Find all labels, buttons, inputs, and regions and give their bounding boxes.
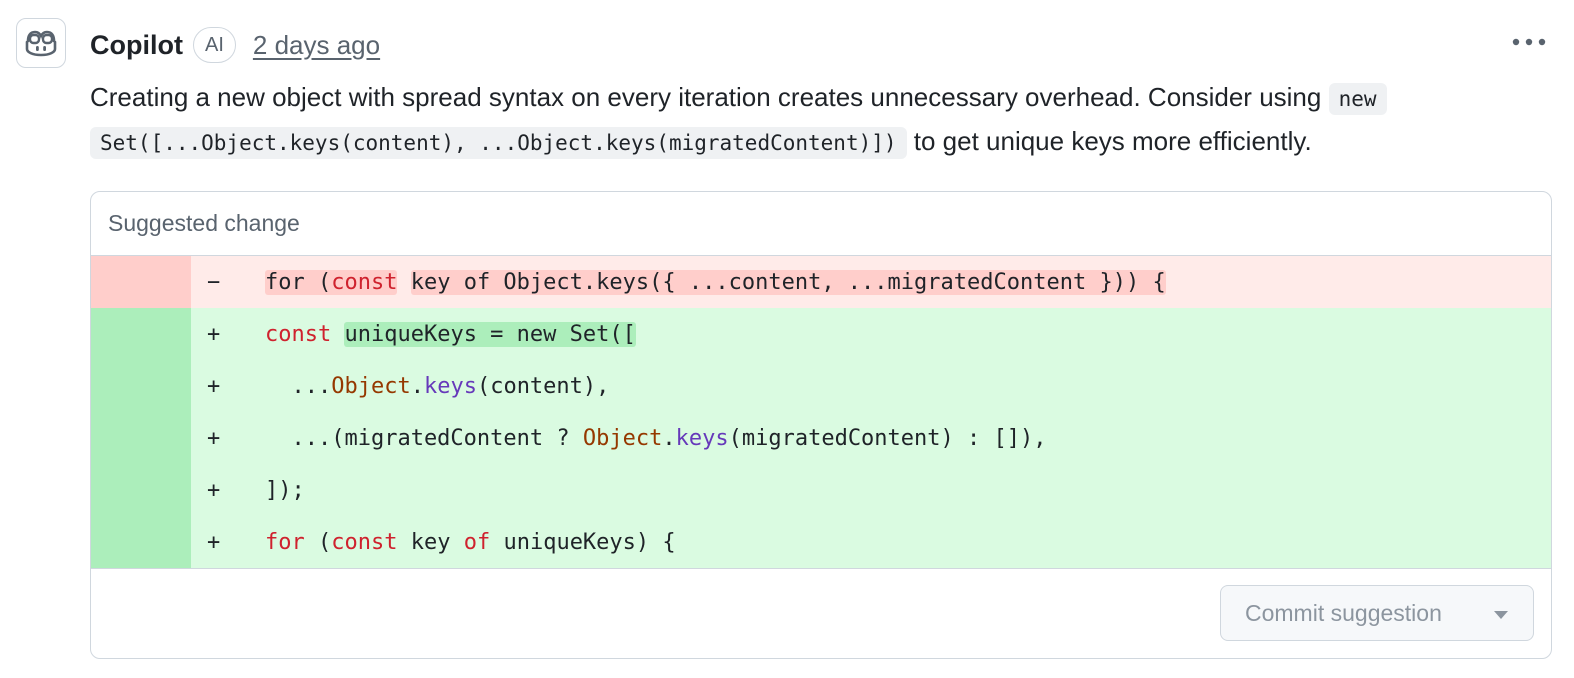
- author-name[interactable]: Copilot: [90, 30, 183, 61]
- ai-badge: AI: [192, 27, 236, 63]
- diff-deleted-line: − for (const key of Object.keys({ ...con…: [91, 256, 1551, 308]
- diff-code: ...(migratedContent ? Object. keys (migrat…: [265, 425, 1047, 451]
- commit-suggestion-label: Commit suggestion: [1245, 599, 1442, 626]
- diff-added-line: + ]);: [91, 464, 1551, 516]
- diff-code: const uniqueKeys = new Set([: [265, 321, 636, 347]
- copilot-icon: [25, 30, 57, 57]
- diff-gutter: [91, 360, 191, 412]
- diff-divider: [91, 568, 1551, 569]
- diff-gutter: [91, 516, 191, 568]
- diff-sign: +: [207, 373, 221, 399]
- diff-added-line: + for (const key of uniqueKeys) {: [91, 516, 1551, 568]
- diff-sign: +: [207, 529, 221, 555]
- diff-sign: −: [207, 269, 221, 295]
- diff-gutter: [91, 464, 191, 516]
- timestamp-link[interactable]: 2 days ago: [253, 30, 380, 61]
- diff-sign: +: [207, 477, 221, 503]
- diff-code: ... Object. keys (content),: [265, 373, 610, 399]
- commit-suggestion-button[interactable]: Commit suggestion: [1220, 585, 1534, 641]
- comment-menu-button[interactable]: [1506, 30, 1546, 54]
- comment-header: Copilot AI 2 days ago: [90, 22, 380, 68]
- suggested-change-box: Suggested change − for (const key of Obj…: [90, 191, 1552, 659]
- comment-text: Creating a new object with spread syntax…: [90, 82, 1322, 112]
- comment-text-end: to get unique keys more efficiently.: [913, 126, 1312, 156]
- diff-added-line: + const uniqueKeys = new Set([: [91, 308, 1551, 360]
- suggested-change-title: Suggested change: [91, 192, 1551, 256]
- diff-sign: +: [207, 321, 221, 347]
- kebab-horizontal-icon: [1512, 38, 1546, 46]
- diff-gutter: [91, 308, 191, 360]
- diff-added-line: + ...(migratedContent ? Object. keys (migr…: [91, 412, 1551, 464]
- comment-body: Creating a new object with spread syntax…: [90, 76, 1550, 164]
- triangle-down-icon: [1494, 611, 1508, 619]
- avatar[interactable]: [16, 18, 66, 68]
- diff-code: for (const key of uniqueKeys) {: [265, 529, 676, 555]
- diff-code: for (const key of Object.keys({ ...conte…: [265, 269, 1166, 295]
- diff-gutter: [91, 412, 191, 464]
- diff-sign: +: [207, 425, 221, 451]
- diff-gutter: [91, 256, 191, 308]
- diff-added-line: + ... Object. keys (content),: [91, 360, 1551, 412]
- diff-code: ]);: [265, 477, 305, 503]
